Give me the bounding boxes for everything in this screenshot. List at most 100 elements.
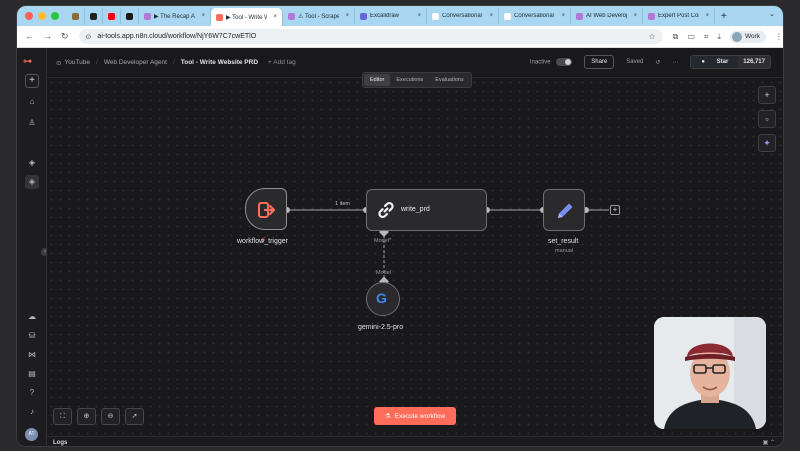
zoom-window-button[interactable] [51,12,59,20]
notifications-bell-icon[interactable]: ♪ [25,405,39,419]
user-avatar[interactable]: AT [25,428,38,441]
breadcrumb-folder[interactable]: Web Developer Agent [104,59,167,66]
zoom-controls: ⛶ ⊕ ⊖ ➚ [53,408,144,425]
logs-label: Logs [53,440,68,446]
browser-tab[interactable]: Expert Post Con × [643,8,715,24]
tab-label: Expert Post Con [658,13,700,19]
site-info-icon[interactable]: ⊙ [86,33,92,41]
database-icon[interactable]: ⛁ [25,329,39,343]
model-connection-label: Model [376,270,391,276]
address-bar: ← → ↻ ⊙ ai-tools.app.n8n.cloud/workflow/… [17,26,783,48]
close-window-button[interactable] [25,12,33,20]
pinned-tab[interactable] [121,8,139,24]
tab-favicon-icon [648,12,655,20]
cursor-mode-icon[interactable]: ➚ [125,408,144,425]
project-icon: ⊙ [56,59,62,67]
tab-evaluations[interactable]: Evaluations [429,74,469,86]
tab-label: ▶ Tool - Write W [226,14,268,21]
set-node-subtitle: manual [555,248,574,254]
user-icon[interactable]: ♙ [25,116,39,130]
add-next-node-button[interactable]: + [610,205,620,215]
view-tabs: Editor Executions Evaluations [362,72,472,88]
home-icon[interactable]: ⌂ [25,95,39,109]
project-layers-icon[interactable]: ◈ [25,175,39,189]
sticky-note-icon[interactable]: ▫ [758,110,776,128]
zoom-out-icon[interactable]: ⊖ [101,408,120,425]
pinned-tab[interactable] [67,8,85,24]
breadcrumb-separator: / [96,59,98,66]
browser-tab[interactable]: ▶ The Recap AI × [139,8,211,24]
insights-chart-icon[interactable]: ▤ [25,367,39,381]
pinned-tab[interactable] [103,8,121,24]
tab-search-icon[interactable]: ⌄ [769,10,775,18]
screenshot-icon[interactable]: ⌗ [704,32,709,42]
tab-label: ⚠ Tool - Scrape [298,13,340,20]
fit-view-icon[interactable]: ⛶ [53,408,72,425]
extensions-icon[interactable]: ⧉ [673,32,679,42]
download-icon[interactable]: ⤓ [717,32,721,42]
github-star-button[interactable]: ● Star 126,717 [690,55,771,69]
node-set-result[interactable] [543,189,585,231]
minimize-window-button[interactable] [38,12,46,20]
variables-icon[interactable]: ⋈ [25,348,39,362]
url-field[interactable]: ⊙ ai-tools.app.n8n.cloud/workflow/NjY6W7… [78,29,663,44]
tab-executions[interactable]: Executions [390,74,429,86]
reload-icon[interactable]: ↻ [61,31,69,42]
close-tab-icon[interactable]: × [201,13,205,19]
browser-tab[interactable]: ▶ Tool - Write W × [211,8,283,26]
add-node-plus-icon[interactable]: + [758,86,776,104]
breadcrumb-project[interactable]: ⊙ YouTube [56,59,90,67]
close-tab-icon[interactable]: × [705,13,709,19]
logs-panel-icons[interactable]: ▣ ⌃ [763,439,775,446]
close-tab-icon[interactable]: × [633,13,637,19]
google-g-icon: G [376,290,387,306]
github-star-label: Star [716,59,729,65]
agent-node-label: write_prd [401,206,430,213]
github-icon: ● [701,59,705,65]
back-icon[interactable]: ← [25,31,34,42]
node-gemini-model[interactable]: G [366,282,400,316]
browser-tab[interactable]: ⚠ Tool - Scrape × [283,8,355,24]
model-port-label: Model* [374,238,392,244]
forward-icon[interactable]: → [43,31,52,42]
workflow-title[interactable]: Tool - Write Website PRD [181,59,258,66]
layers-icon[interactable]: ◈ [25,156,39,170]
profile-button[interactable]: Work [729,30,766,43]
trigger-node-label: workflow_trigger [237,238,288,245]
active-toggle[interactable] [556,58,573,66]
close-tab-icon[interactable]: × [489,13,493,19]
browser-menu-icon[interactable]: ⋮ [775,32,783,41]
tab-editor[interactable]: Editor [364,74,391,86]
help-icon[interactable]: ? [25,386,39,400]
n8n-logo-icon[interactable]: ⊶ [23,56,32,67]
close-tab-icon[interactable]: × [417,13,421,19]
close-tab-icon[interactable]: × [561,13,565,19]
new-tab-button[interactable]: + [715,11,733,22]
bookmark-star-icon[interactable]: ☆ [648,32,655,41]
canvas-right-tools: + ▫ ✦ [758,86,776,152]
sidebar-icon[interactable]: ▭ [687,32,695,41]
tab-label: Conversational [442,13,483,19]
execute-workflow-button[interactable]: ⚗ Execute workflow [374,407,456,425]
gemini-node-label: gemini-2.5-pro [358,324,404,331]
create-plus-button[interactable]: + [25,74,39,88]
breadcrumb-separator: / [172,59,175,66]
close-tab-icon[interactable]: × [273,14,277,20]
node-write-prd[interactable]: write_prd [366,189,487,231]
browser-tab[interactable]: Conversational × [499,8,571,24]
ai-assistant-sparkle-icon[interactable]: ✦ [758,134,776,152]
more-options-icon[interactable]: ⋯ [672,59,678,66]
node-workflow-trigger[interactable] [245,188,287,230]
share-button[interactable]: Share [584,55,615,69]
logs-panel-bar[interactable]: Logs ▣ ⌃ [47,436,783,446]
close-tab-icon[interactable]: × [345,13,349,19]
history-icon[interactable]: ↺ [655,59,660,66]
zoom-in-icon[interactable]: ⊕ [77,408,96,425]
cloud-icon[interactable]: ☁ [25,310,39,324]
browser-tab[interactable]: Conversational × [427,8,499,24]
pinned-tab[interactable] [85,8,103,24]
add-tag-button[interactable]: + Add tag [268,59,296,66]
browser-tab[interactable]: AI Web Develop × [571,8,643,24]
profile-label: Work [744,33,760,40]
browser-tab[interactable]: Excalidraw × [355,8,427,24]
